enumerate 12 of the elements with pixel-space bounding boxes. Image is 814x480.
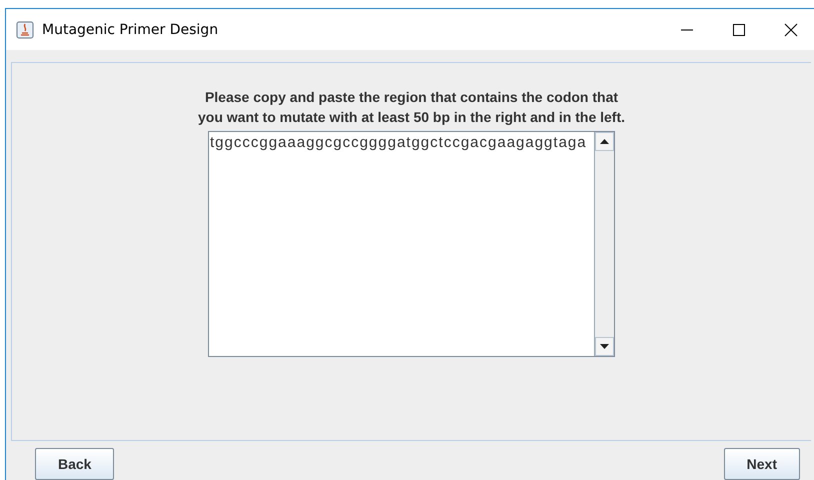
scrollbar[interactable] [594, 132, 614, 356]
app-icon [16, 20, 34, 38]
sequence-text-area[interactable]: tggcccggaaaggcgccggggatggctccgacgaagaggtaga [208, 131, 615, 357]
scroll-up-icon[interactable] [600, 139, 609, 144]
instruction-text: Please copy and paste the region that contains the codon that [204, 88, 618, 107]
next-button[interactable]: Next [724, 448, 800, 480]
instruction-text: you want to mutate with at least 50 bp in the right and in the left. [198, 108, 626, 127]
window-title: Mutagenic Primer Design [42, 22, 220, 38]
close-icon[interactable] [784, 22, 798, 36]
maximize-icon[interactable] [733, 24, 745, 36]
scroll-down-icon[interactable] [600, 344, 609, 349]
back-button[interactable]: Back [35, 448, 114, 480]
